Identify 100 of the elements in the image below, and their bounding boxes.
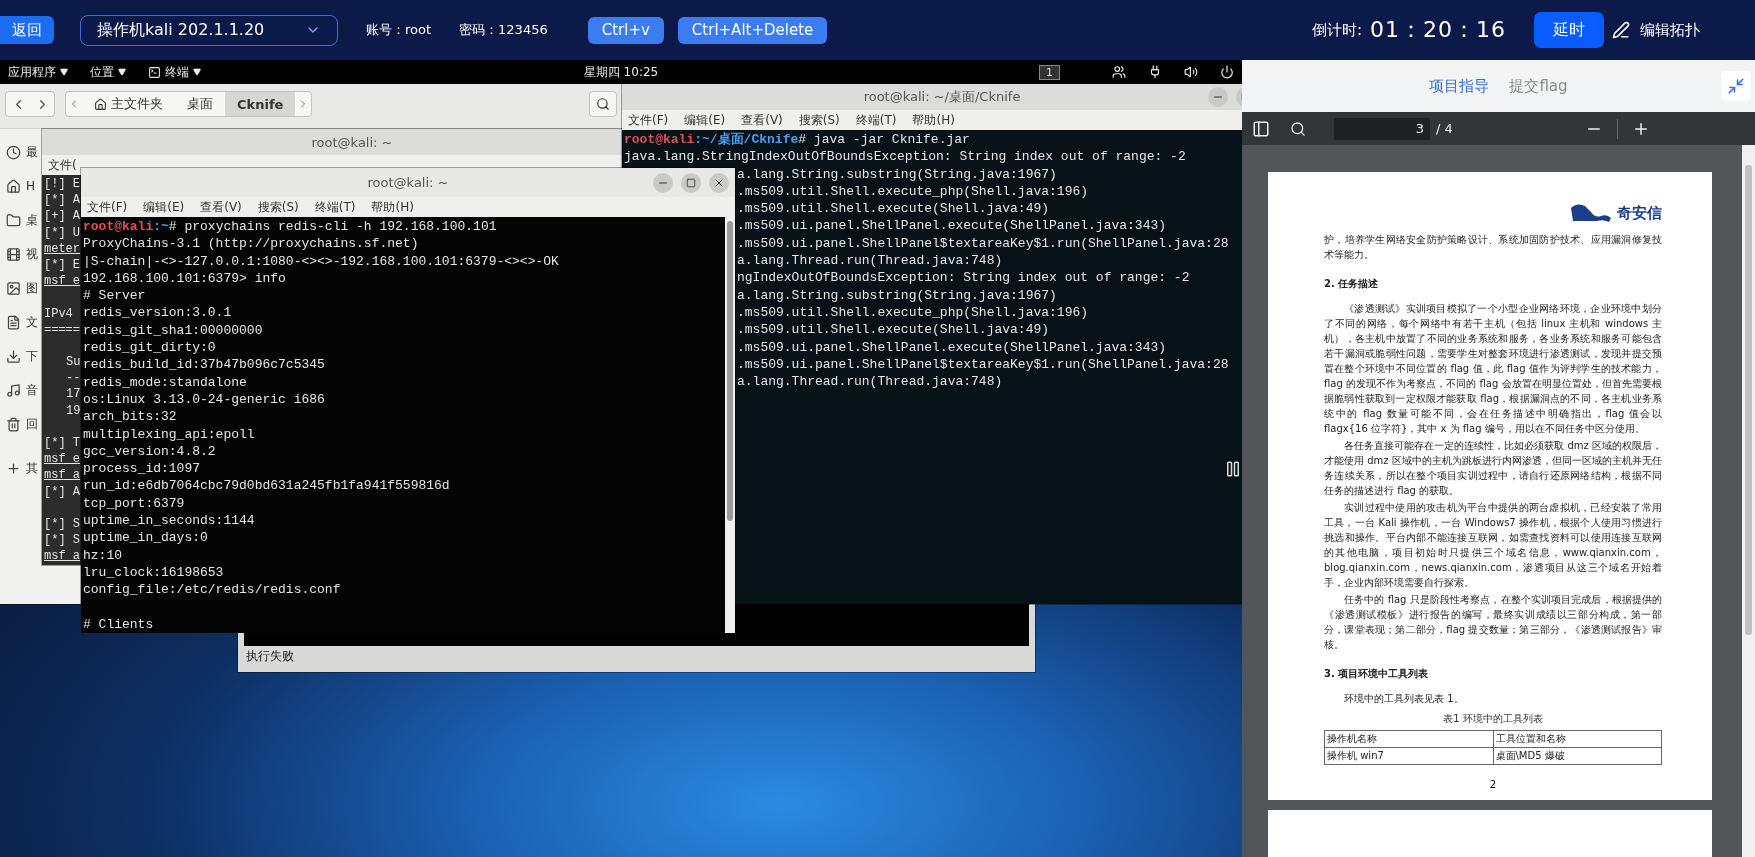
- terminal-line: msf e: [44, 274, 80, 289]
- home-icon: [6, 178, 21, 194]
- maximize-icon: [686, 177, 696, 188]
- prompt-line: root@kali:~# proxychains redis-cli -h 192.168.100.101: [83, 218, 498, 236]
- maximize-button[interactable]: [681, 172, 701, 193]
- menu-item[interactable]: 搜索(S): [257, 198, 299, 216]
- back-button[interactable]: 返回: [0, 16, 54, 44]
- page-number-field[interactable]: 3: [1334, 117, 1430, 140]
- menu-item[interactable]: 终端(T): [314, 198, 356, 216]
- minimize-button[interactable]: [1208, 87, 1228, 107]
- terminal-line: =====: [44, 322, 80, 337]
- minimize-button[interactable]: [653, 172, 673, 193]
- terminal-line: 19: [66, 403, 81, 418]
- sidebar-item[interactable]: 图: [26, 279, 38, 297]
- sidebar-item[interactable]: 回: [26, 415, 38, 433]
- terminal-line: [+] A: [44, 209, 80, 224]
- shrink-icon: [1727, 77, 1745, 95]
- sidebar-item[interactable]: 下: [26, 347, 38, 365]
- panel-menu[interactable]: 位置: [90, 63, 126, 81]
- sidebar-item[interactable]: 最: [26, 143, 38, 161]
- terminal-line: os:Linux 3.13.0-24-generic i686: [83, 391, 325, 407]
- terminal-line: ProxyChains-3.1 (http://proxychains.sf.net): [83, 236, 419, 252]
- table-cell: 操作机 win7: [1324, 747, 1493, 765]
- menu-item[interactable]: 文件(F): [628, 111, 669, 129]
- terminal-line: multiplexing_api:epoll: [83, 426, 255, 442]
- sidebar-item[interactable]: H: [26, 179, 36, 193]
- terminal-line: tcp_port:6379: [83, 495, 185, 511]
- search-icon[interactable]: [1290, 120, 1306, 137]
- menu-item[interactable]: 帮助(H): [912, 111, 955, 129]
- sidebar-item[interactable]: 其: [26, 459, 38, 477]
- table-cell: 工具位置和名称: [1493, 730, 1662, 748]
- terminal-line: uptime_in_seconds:1144: [83, 513, 255, 529]
- menu-item[interactable]: 文件(F): [87, 198, 128, 216]
- menu-item[interactable]: 编辑(E): [143, 198, 185, 216]
- music-icon: [6, 382, 21, 398]
- terminal-line: 17: [66, 387, 81, 402]
- section-heading: 3. 项目环境中工具列表: [1324, 667, 1430, 681]
- sidebar-item[interactable]: 桌: [26, 211, 38, 229]
- terminal-line: a.lang.String.substring(String.java:1967): [737, 287, 1057, 303]
- sidebar-item[interactable]: 文: [26, 313, 38, 331]
- window-title: root@kali: ~: [311, 134, 393, 150]
- terminal-line: |S-chain|-<>-127.0.0.1:1080-<><>-192.168.100.101:6379-<><>-OK: [83, 253, 559, 269]
- terminal-line: [*] T: [44, 436, 80, 450]
- terminal-line: redis_build_id:37b47b096c7c5345: [83, 357, 325, 373]
- tab[interactable]: 项目指导: [1429, 72, 1490, 100]
- menu-item[interactable]: 查看(V): [741, 111, 783, 129]
- path-crumb[interactable]: 主文件夹: [82, 92, 175, 116]
- workspace-indicator[interactable]: 1: [1039, 64, 1060, 80]
- close-button[interactable]: [709, 172, 729, 193]
- sidebar-item[interactable]: 音: [26, 381, 38, 399]
- key-combo-button[interactable]: Ctrl+v: [587, 16, 664, 44]
- people-icon[interactable]: [1112, 65, 1126, 79]
- terminal-line: .ms509.util.Shell.execute(Shell.java:49): [737, 201, 1050, 217]
- path-crumb[interactable]: Cknife: [225, 92, 296, 116]
- plug-icon[interactable]: [1148, 65, 1162, 79]
- terminal-line: hz:10: [83, 547, 122, 563]
- terminal-line: [*] A: [44, 193, 80, 208]
- terminal-line: # Server: [83, 288, 146, 304]
- scrollbar[interactable]: [725, 217, 735, 634]
- key-combo-button[interactable]: Ctrl+Alt+Delete: [677, 16, 828, 44]
- machine-select[interactable]: 操作机kali 202.1.1.20: [80, 14, 338, 46]
- speaker-icon[interactable]: [1184, 65, 1198, 79]
- table-cell: 桌面\MD5 爆破: [1493, 747, 1662, 765]
- panel-menu[interactable]: 终端: [148, 63, 201, 81]
- search-button[interactable]: [589, 91, 617, 117]
- menu-item[interactable]: 帮助(H): [371, 198, 414, 216]
- path-crumb[interactable]: 桌面: [175, 92, 225, 116]
- terminal-line: config_file:/etc/redis/redis.conf: [83, 582, 341, 598]
- folder-icon: [6, 212, 21, 228]
- panel-menu[interactable]: 应用程序: [8, 63, 68, 81]
- terminal-line: a.lang.Thread.run(Thread.java:748): [737, 374, 1003, 390]
- paragraph: 《渗透测试》实训项目模拟了一个小型企业网络环境，企业环境中划分了不同的网络，每个网络中有若干主机（包括 linux 主机和 windows 主机），各主机中放置了不同的业务系统和服务，各业务系统和服务可能包含若干漏洞或脆弱性问题，需要学生对整套环境进行渗透测试，发现并提交预置在整个环境中不同位置的 flag 值，此 flag 值作为评判学生的技术能力，flag 的发现不作为考察点，不同的 flag 会放置在明显位置处，但首先需要根据脆弱性获取到一定权限才能获取 flag，根据漏洞点的不同，各主机业务系统中的 flag 数量可能不同，会在任务描述中明确指出，flag 值会以 flagx{16 位字符}，其中 x 为 flag 编号，用以在不同任务中区分使用。: [1324, 302, 1662, 436]
- pause-icon[interactable]: [1224, 460, 1242, 478]
- terminal-line: redis_git_sha1:00000000: [83, 322, 263, 338]
- terminal-line: a.lang.String.substring(String.java:1967): [737, 166, 1057, 182]
- collapse-button[interactable]: [1721, 71, 1751, 101]
- terminal-line: java.lang.StringIndexOutOfBoundsException: String index out of range: -2: [624, 149, 1186, 165]
- prompt-line: root@kali:~/桌面/Cknife# java -jar Cknife.jar: [624, 131, 971, 149]
- menu-item[interactable]: 终端(T): [855, 111, 897, 129]
- menu-item[interactable]: 搜索(S): [798, 111, 840, 129]
- scrollbar[interactable]: [1742, 145, 1755, 857]
- search-icon: [596, 97, 610, 111]
- terminal-line: [*] U: [44, 225, 80, 240]
- page-number: 2: [1488, 779, 1498, 790]
- menu-item[interactable]: 文件(: [48, 156, 77, 174]
- back-forward-buttons[interactable]: [5, 91, 55, 117]
- edit-topology-link[interactable]: 编辑拓扑: [1640, 20, 1700, 40]
- menu-item[interactable]: 查看(V): [200, 198, 242, 216]
- power-icon[interactable]: [1220, 65, 1234, 79]
- paragraph: 护，培养学生网络安全防护策略设计、系统加固防护技术、应用漏洞修复技术等能力。: [1324, 233, 1662, 262]
- sidebar-toggle-icon[interactable]: [1252, 119, 1270, 138]
- page-total: / 4: [1436, 121, 1453, 136]
- terminal-line: lru_clock:16198653: [83, 564, 224, 580]
- plus-icon: [6, 460, 21, 476]
- clock-icon: [6, 144, 21, 160]
- sidebar-item[interactable]: 视: [26, 245, 38, 263]
- extend-button[interactable]: 延时: [1534, 12, 1604, 48]
- menu-item[interactable]: 编辑(E): [684, 111, 726, 129]
- terminal-line: .ms509.ui.panel.ShellPanel.execute(ShellPanel.java:343): [737, 339, 1167, 355]
- home-icon: [94, 97, 107, 111]
